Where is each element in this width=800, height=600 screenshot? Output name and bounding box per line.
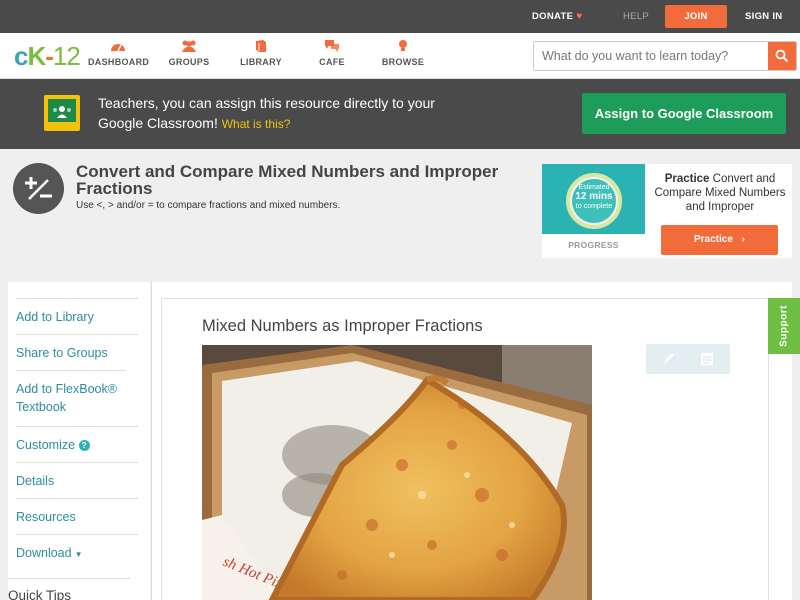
help-link[interactable]: HELP bbox=[623, 0, 649, 33]
main-nav: cK-12 DASHBOARD GROUPS LIBRARY CAFE BROW… bbox=[0, 33, 800, 79]
sidebar-item-add-to-library[interactable]: Add to Library bbox=[16, 298, 138, 326]
sidebar-item-resources[interactable]: Resources bbox=[16, 498, 138, 526]
sidebar-item-download[interactable]: Download ▼ bbox=[16, 534, 138, 564]
progress-label: PROGRESS bbox=[568, 240, 619, 250]
page-title: Convert and Compare Mixed Numbers and Im… bbox=[76, 162, 499, 198]
quick-tips-heading[interactable]: Quick Tips bbox=[8, 578, 130, 600]
sidebar-item-label: Details bbox=[16, 474, 55, 488]
cafe-icon bbox=[325, 40, 339, 52]
pizza-image: sh Hot Piz bbox=[202, 345, 592, 600]
nav-library-label: LIBRARY bbox=[240, 57, 282, 67]
estimated-time-badge: Estimated 12 mins to complete bbox=[566, 173, 622, 229]
nav-browse-label: BROWSE bbox=[381, 57, 425, 67]
logo-dash: - bbox=[45, 41, 54, 71]
browse-icon bbox=[399, 40, 407, 51]
search-button[interactable] bbox=[768, 42, 796, 70]
plus-minus-icon bbox=[13, 163, 64, 214]
help-icon[interactable]: ? bbox=[78, 440, 90, 451]
sidebar-item-add-to-flexbook[interactable]: Add to FlexBook® Textbook bbox=[16, 370, 126, 416]
notes-icon[interactable] bbox=[698, 350, 716, 368]
estimated-mins: 12 mins bbox=[575, 191, 613, 202]
nav-library[interactable]: LIBRARY bbox=[239, 39, 283, 67]
annotation-toolbar bbox=[646, 344, 730, 374]
dashboard-icon bbox=[111, 44, 125, 52]
sidebar-item-label: Resources bbox=[16, 510, 76, 524]
caret-down-icon: ▼ bbox=[74, 550, 83, 559]
nav-browse[interactable]: BROWSE bbox=[380, 39, 426, 67]
library-icon bbox=[256, 40, 266, 52]
support-tab[interactable]: Support bbox=[768, 298, 800, 354]
practice-button[interactable]: Practice › bbox=[661, 225, 778, 255]
join-button[interactable]: JOIN bbox=[665, 5, 727, 28]
classroom-message: Teachers, you can assign this resource d… bbox=[98, 93, 458, 134]
search-icon bbox=[775, 49, 789, 63]
sidebar-item-details[interactable]: Details bbox=[16, 462, 138, 490]
nav-groups-label: GROUPS bbox=[168, 57, 210, 67]
practice-title: Practice Convert and Compare Mixed Numbe… bbox=[652, 172, 788, 214]
practice-card: Estimated 12 mins to complete PROGRESS P… bbox=[542, 164, 792, 258]
groups-icon bbox=[182, 40, 196, 52]
section-title: Mixed Numbers as Improper Fractions bbox=[202, 317, 483, 335]
logo-c: c bbox=[14, 41, 29, 71]
practice-button-label: Practice bbox=[693, 234, 733, 245]
google-classroom-icon bbox=[44, 95, 80, 131]
sidebar-item-label: Download bbox=[16, 546, 72, 560]
search-input[interactable] bbox=[534, 42, 768, 70]
page-subtitle: Use <, > and/or = to compare fractions a… bbox=[76, 200, 341, 211]
pencil-icon[interactable] bbox=[660, 350, 678, 368]
nav-groups[interactable]: GROUPS bbox=[167, 39, 211, 67]
sidebar-item-label: Add to FlexBook® Textbook bbox=[16, 382, 117, 414]
support-tab-label: Support bbox=[778, 305, 790, 347]
sidebar-item-label: Share to Groups bbox=[16, 346, 108, 360]
heart-icon: ♥ bbox=[576, 11, 583, 22]
chevron-right-icon: › bbox=[741, 234, 746, 245]
ck12-logo[interactable]: cK-12 bbox=[14, 41, 81, 71]
sidebar-item-label: Customize bbox=[16, 438, 76, 452]
top-bar: DONATE ♥ HELP JOIN SIGN IN bbox=[0, 0, 800, 33]
sidebar-item-label: Add to Library bbox=[16, 310, 94, 324]
what-is-this-link[interactable]: What is this? bbox=[222, 117, 291, 131]
sidebar: Add to Library Share to Groups Add to Fl… bbox=[8, 282, 150, 600]
practice-word: Practice bbox=[664, 173, 710, 185]
sign-in-link[interactable]: SIGN IN bbox=[745, 0, 782, 33]
progress-panel: Estimated 12 mins to complete bbox=[542, 164, 645, 234]
nav-dashboard-label: DASHBOARD bbox=[88, 57, 150, 67]
logo-12: 12 bbox=[52, 41, 81, 71]
donate-link[interactable]: DONATE ♥ bbox=[532, 0, 582, 33]
sidebar-item-customize[interactable]: Customize ? bbox=[16, 426, 138, 454]
assign-to-classroom-button[interactable]: Assign to Google Classroom bbox=[582, 93, 786, 134]
logo-k: K bbox=[27, 41, 46, 71]
to-complete-label: to complete bbox=[575, 203, 613, 210]
sidebar-item-share-to-groups[interactable]: Share to Groups bbox=[16, 334, 138, 362]
search-box bbox=[533, 41, 797, 71]
donate-label: DONATE bbox=[532, 11, 574, 22]
nav-dashboard[interactable]: DASHBOARD bbox=[88, 39, 150, 67]
nav-cafe[interactable]: CAFE bbox=[312, 39, 352, 67]
nav-cafe-label: CAFE bbox=[319, 57, 345, 67]
